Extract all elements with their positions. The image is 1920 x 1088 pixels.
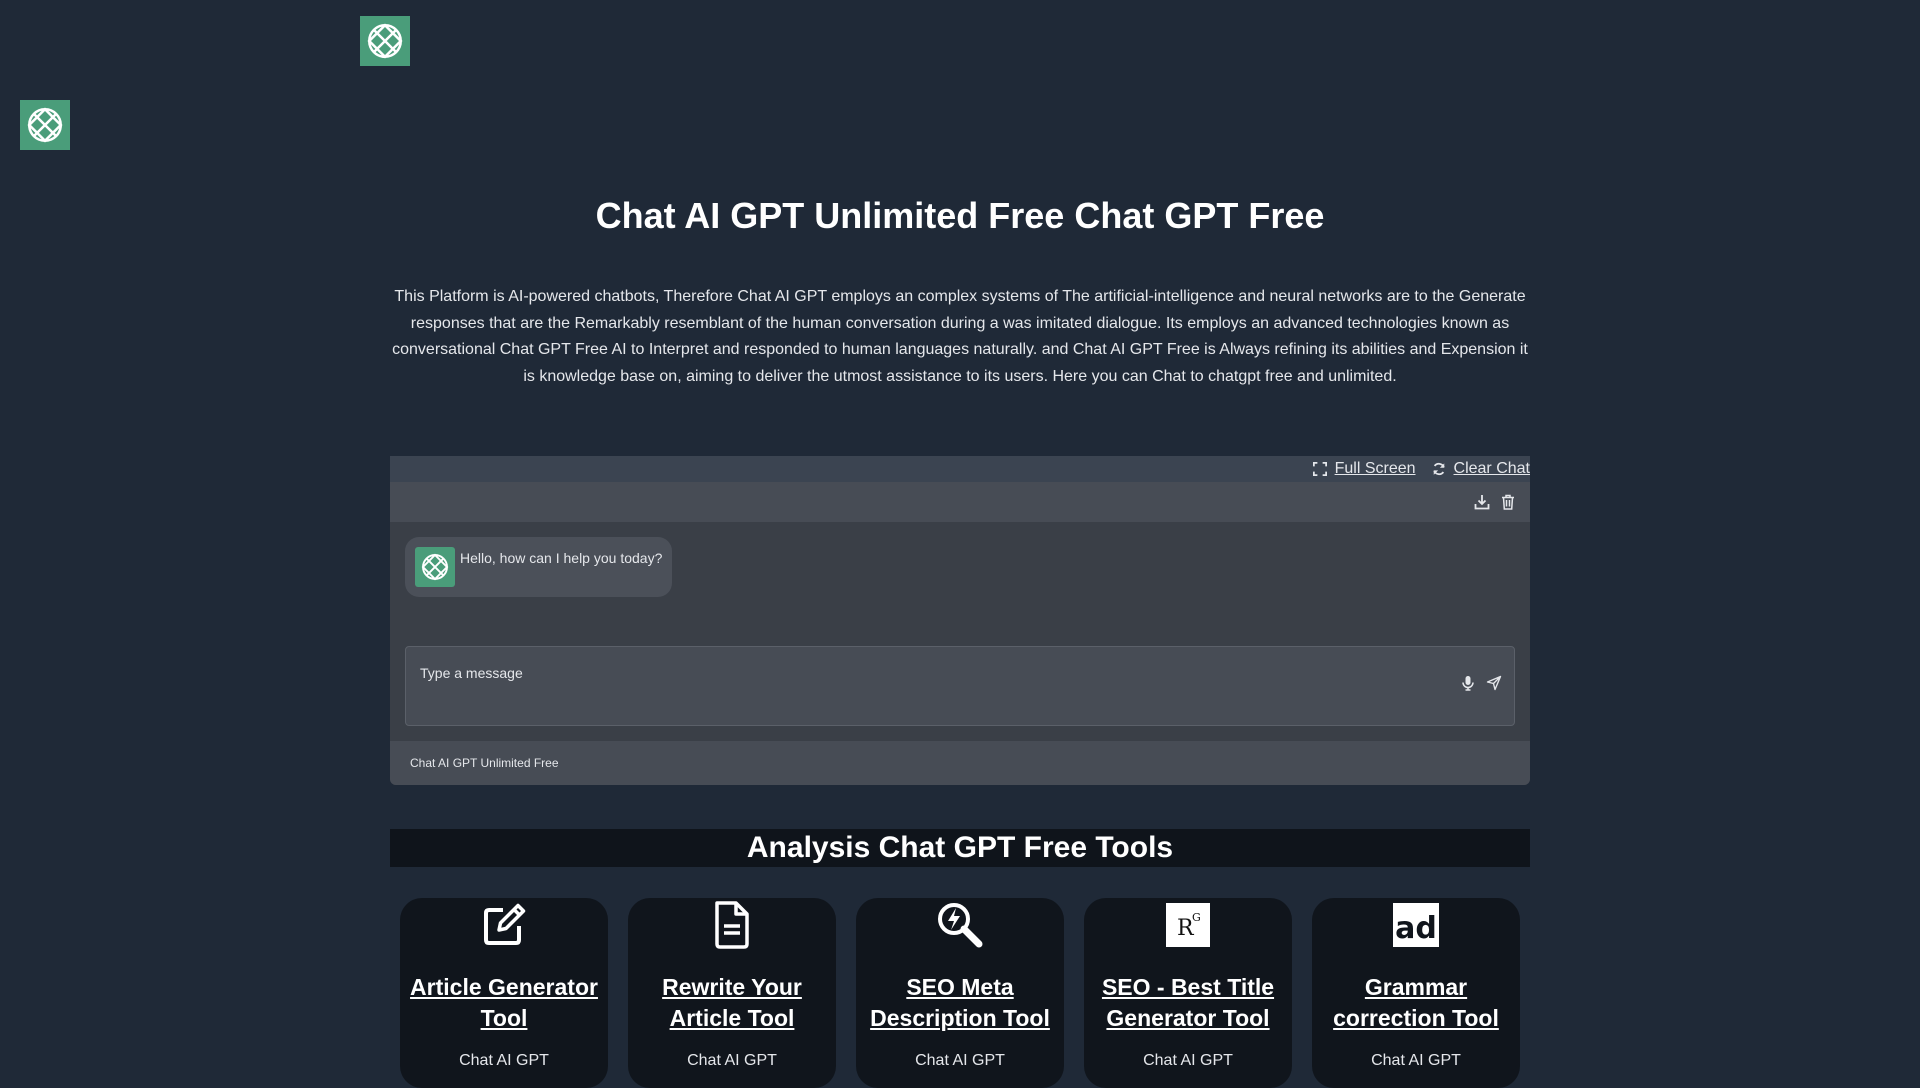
tool-title[interactable]: Rewrite Your Article Tool [628,972,836,1034]
svg-text:ad: ad [1395,911,1437,946]
send-icon[interactable] [1486,675,1502,691]
tools-grid: Article Generator Tool Chat AI GPT Rewri… [400,898,1520,1088]
bot-avatar [415,547,455,587]
tool-card-seo-title-generator[interactable]: R G SEO - Best Title Generator Tool Chat… [1084,898,1292,1088]
tool-subtitle: Chat AI GPT [1371,1052,1461,1069]
trash-icon[interactable] [1500,494,1516,510]
tool-title[interactable]: SEO - Best Title Generator Tool [1084,972,1292,1034]
tool-title[interactable]: SEO Meta Description Tool [856,972,1064,1034]
chatgpt-logo-icon [27,107,63,143]
clear-chat-button[interactable]: Clear Chat [1432,460,1530,478]
message-input[interactable]: Type a message [405,646,1515,726]
tools-heading: Analysis Chat GPT Free Tools [390,829,1530,867]
message-list: Hello, how can I help you today? [390,522,1530,646]
tool-card-grammar-correction[interactable]: ad Grammar correction Tool Chat AI GPT [1312,898,1520,1088]
tool-subtitle: Chat AI GPT [459,1052,549,1069]
clear-chat-label: Clear Chat [1453,460,1530,477]
page-title: Chat AI GPT Unlimited Free Chat GPT Free [595,195,1325,236]
download-icon[interactable] [1474,494,1490,510]
microphone-icon[interactable] [1460,675,1476,691]
chat-header [390,482,1530,522]
tool-title[interactable]: Article Generator Tool [400,972,608,1034]
message-composer: Type a message [390,646,1530,741]
tool-card-article-generator[interactable]: Article Generator Tool Chat AI GPT [400,898,608,1088]
chat-footer: Chat AI GPT Unlimited Free [390,741,1530,785]
chatgpt-logo-top[interactable] [360,16,410,66]
chat-panel: Hello, how can I help you today? Type a … [390,482,1530,785]
chatgpt-logo-left[interactable] [20,100,70,150]
chatgpt-logo-icon [421,553,449,581]
bot-message: Hello, how can I help you today? [405,537,673,597]
tool-subtitle: Chat AI GPT [687,1052,777,1069]
document-icon [715,901,749,949]
bot-message-text: Hello, how can I help you today? [460,550,663,566]
tool-subtitle: Chat AI GPT [915,1052,1005,1069]
expand-icon [1312,462,1327,476]
intro-paragraph: This Platform is AI-powered chatbots, Th… [392,288,1528,385]
ad-icon: ad [1393,903,1439,947]
tool-card-seo-meta-description[interactable]: SEO Meta Description Tool Chat AI GPT [856,898,1064,1088]
svg-text:G: G [1192,911,1201,924]
full-screen-label: Full Screen [1334,460,1416,477]
chat-toolbar: Full Screen Clear Chat [390,456,1530,482]
edit-icon [484,903,526,945]
tool-subtitle: Chat AI GPT [1143,1052,1233,1069]
full-screen-button[interactable]: Full Screen [1312,460,1416,478]
chat-widget: Full Screen Clear Chat Hello, how can I … [390,456,1530,785]
researchgate-icon: R G [1166,903,1210,947]
tool-card-rewrite-article[interactable]: Rewrite Your Article Tool Chat AI GPT [628,898,836,1088]
composer-actions [1450,675,1502,691]
refresh-icon [1432,462,1445,476]
message-input-placeholder: Type a message [420,665,523,681]
search-bolt-icon [938,903,983,948]
tool-title[interactable]: Grammar correction Tool [1312,972,1520,1034]
chatgpt-logo-icon [367,23,403,59]
